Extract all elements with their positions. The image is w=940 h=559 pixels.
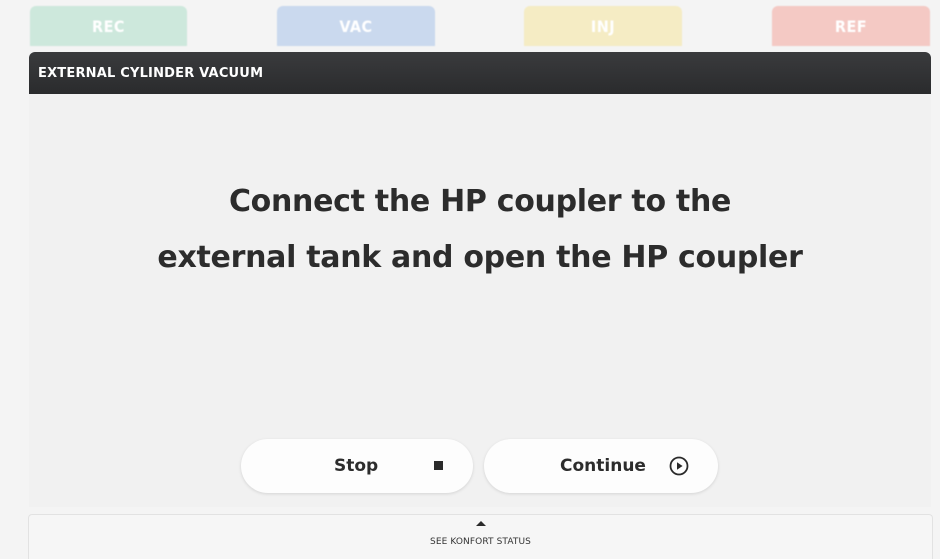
- panel-title: EXTERNAL CYLINDER VACUUM: [38, 65, 264, 81]
- tab-ref-label: REF: [834, 16, 868, 36]
- tab-vac-label: VAC: [339, 16, 373, 36]
- procedure-panel: EXTERNAL CYLINDER VACUUM Connect the HP …: [29, 52, 931, 507]
- stop-button[interactable]: Stop: [241, 439, 473, 493]
- tab-inj[interactable]: INJ: [524, 6, 682, 46]
- stop-button-label: Stop: [334, 456, 379, 476]
- caret-up-icon: [476, 521, 486, 526]
- continue-button[interactable]: Continue: [484, 439, 718, 493]
- tab-rec[interactable]: REC: [30, 6, 187, 46]
- tab-inj-label: INJ: [590, 16, 616, 36]
- see-status-bar[interactable]: SEE KONFORT STATUS: [28, 514, 933, 559]
- instruction-line-1: Connect the HP coupler to the: [228, 184, 732, 219]
- tab-ref[interactable]: REF: [772, 6, 930, 46]
- status-bar-label: SEE KONFORT STATUS: [430, 537, 531, 547]
- tab-vac[interactable]: VAC: [277, 6, 435, 46]
- instruction-text: Connect the HP coupler to the external t…: [29, 174, 931, 286]
- play-circle-icon: [669, 456, 689, 476]
- tab-rec-label: REC: [92, 16, 125, 36]
- screen: REC VAC INJ REF EXTERNAL CYLINDER VACUUM…: [0, 0, 940, 559]
- continue-button-label: Continue: [560, 456, 646, 476]
- instruction-line-2: external tank and open the HP coupler: [157, 240, 803, 275]
- panel-header: EXTERNAL CYLINDER VACUUM: [29, 52, 931, 94]
- stop-square-icon: [434, 461, 443, 470]
